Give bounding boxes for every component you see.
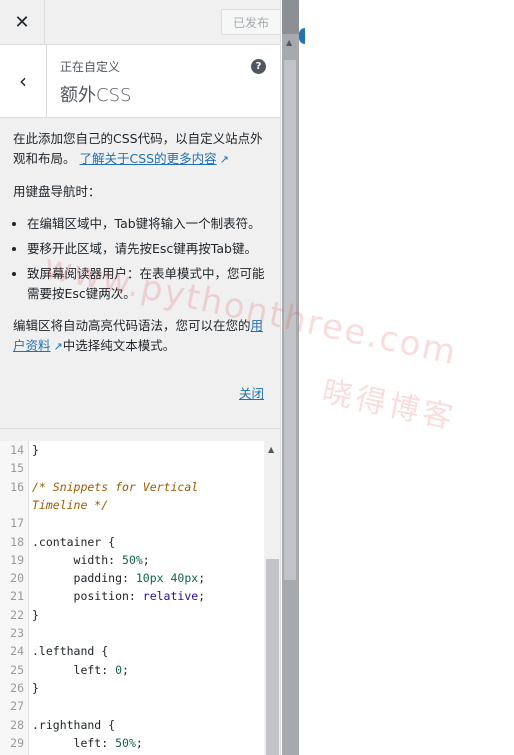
code-text: } xyxy=(32,680,39,695)
line-number: 24 xyxy=(10,644,24,659)
line-number: 14 xyxy=(10,443,24,457)
code-text: left: 50%; xyxy=(32,735,143,750)
line-number: 28 xyxy=(10,717,24,732)
code-text: .container { xyxy=(32,534,116,549)
close-description-link[interactable]: 关闭 xyxy=(239,383,264,402)
code-line[interactable]: 24 .lefthand { xyxy=(0,642,264,660)
help-icon[interactable]: ? xyxy=(251,59,266,74)
external-link-icon: ↗ xyxy=(219,153,229,166)
line-number: 16 xyxy=(10,479,24,494)
line-number: 25 xyxy=(10,662,24,677)
external-link-icon: ↗ xyxy=(53,340,63,353)
editor-scroll-thumb[interactable] xyxy=(266,559,279,755)
code-text: padding: 10px 40px; xyxy=(32,571,206,586)
code-line[interactable]: Timeline */ xyxy=(0,496,264,514)
divider xyxy=(0,428,280,429)
code-text: position: relative; xyxy=(32,589,206,604)
outro-text-before: 编辑区将自动高亮代码语法，您可以在您的 xyxy=(13,318,251,333)
code-text: width: 50%; xyxy=(32,552,150,567)
list-item: 在编辑区域中，Tab键将输入一个制表符。 xyxy=(27,214,268,234)
keyboard-tips-list: 在编辑区域中，Tab键将输入一个制表符。 要移开此区域，请先按Esc键再按Tab… xyxy=(13,214,268,304)
code-line[interactable]: 18 .container { xyxy=(0,533,264,551)
line-number: 20 xyxy=(10,571,24,586)
section-description: 在此添加您自己的CSS代码，以自定义站点外观和布局。 了解关于CSS的更多内容 ↗… xyxy=(13,129,268,369)
code-text: left: 0; xyxy=(32,662,129,677)
code-line[interactable]: 23 xyxy=(0,624,264,642)
code-line[interactable]: 28 .righthand { xyxy=(0,716,264,734)
preview-scroll-thumb[interactable] xyxy=(284,60,296,580)
watermark-brand: 晓得博客 xyxy=(319,374,460,437)
outro-paragraph: 编辑区将自动高亮代码语法，您可以在您的用户资料 ↗中选择纯文本模式。 xyxy=(13,316,268,357)
line-number: 17 xyxy=(10,516,24,531)
code-text: } xyxy=(32,607,39,622)
preview-scrollbar[interactable]: ▲ xyxy=(282,0,299,755)
outro-text-after: 中选择纯文本模式。 xyxy=(62,338,176,353)
line-number: 22 xyxy=(10,607,24,622)
line-number: 23 xyxy=(10,626,24,640)
code-line[interactable]: 25 left: 0; xyxy=(0,661,264,679)
page-title: 额外CSS xyxy=(60,85,132,106)
list-item: 致屏幕阅读器用户：在表单模式中，您可能需要按Esc键两次。 xyxy=(27,264,268,304)
scroll-up-icon[interactable]: ▲ xyxy=(268,445,274,454)
code-text: } xyxy=(32,443,39,457)
editor-scrollbar[interactable]: ▲ xyxy=(265,441,280,755)
code-line[interactable]: 17 xyxy=(0,514,264,532)
close-icon[interactable]: ✕ xyxy=(0,0,45,44)
section-header: ‹ 正在自定义 额外CSS ? xyxy=(0,45,280,118)
code-text: .lefthand { xyxy=(32,644,109,659)
breadcrumb: 正在自定义 xyxy=(60,60,121,74)
code-line[interactable]: 16 /* Snippets for Vertical xyxy=(0,478,264,496)
publish-button[interactable]: 已发布 xyxy=(221,9,281,35)
code-line[interactable]: 19 width: 50%; xyxy=(0,551,264,569)
list-item: 要移开此区域，请先按Esc键再按Tab键。 xyxy=(27,239,268,259)
code-line[interactable]: 15 xyxy=(0,459,264,477)
code-text: .righthand { xyxy=(32,717,116,732)
line-number: 29 xyxy=(10,735,24,750)
code-line[interactable]: 22} xyxy=(0,606,264,624)
line-number: 18 xyxy=(10,534,24,549)
line-number: 19 xyxy=(10,552,24,567)
line-number: 21 xyxy=(10,589,24,604)
line-number: 26 xyxy=(10,680,24,695)
keyboard-heading: 用键盘导航时： xyxy=(13,184,101,199)
preview-edge-indicator xyxy=(299,28,305,44)
learn-more-link[interactable]: 了解关于CSS的更多内容 xyxy=(80,151,217,166)
code-line[interactable]: 14} xyxy=(0,441,264,459)
code-text: Timeline */ xyxy=(32,497,109,512)
code-line[interactable]: 20 padding: 10px 40px; xyxy=(0,569,264,587)
css-code-editor[interactable]: 14} 15 16 /* Snippets for Vertical Timeline … xyxy=(0,441,264,755)
code-text: /* Snippets for Vertical xyxy=(32,479,199,494)
back-icon[interactable]: ‹ xyxy=(0,45,47,117)
code-line[interactable]: 27 xyxy=(0,697,264,715)
scroll-up-icon[interactable]: ▲ xyxy=(286,38,292,47)
customizer-header: ✕ 已发布 xyxy=(0,0,281,45)
line-number: 27 xyxy=(10,699,24,714)
code-line[interactable]: 21 position: relative; xyxy=(0,587,264,605)
line-number: 15 xyxy=(10,461,24,476)
code-line[interactable]: 29 left: 50%; xyxy=(0,734,264,752)
code-line[interactable]: 26} xyxy=(0,679,264,697)
intro-paragraph: 在此添加您自己的CSS代码，以自定义站点外观和布局。 了解关于CSS的更多内容 ↗ xyxy=(13,129,268,170)
